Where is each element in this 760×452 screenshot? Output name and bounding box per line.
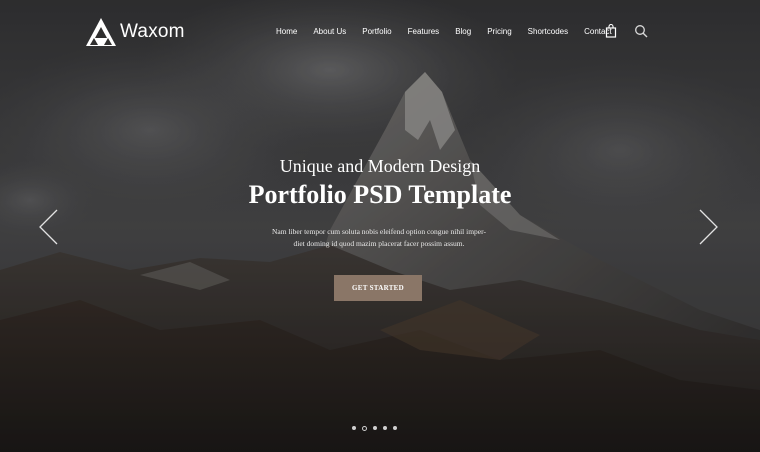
- slider-dot-5[interactable]: [393, 426, 397, 430]
- nav-item-about-us[interactable]: About Us: [313, 27, 346, 36]
- brand-logo[interactable]: Waxom: [86, 18, 185, 46]
- shopping-bag-icon[interactable]: [604, 24, 618, 38]
- slider-dot-1[interactable]: [352, 426, 356, 430]
- nav-item-features[interactable]: Features: [408, 27, 440, 36]
- nav-item-blog[interactable]: Blog: [455, 27, 471, 36]
- previous-slide-arrow-icon[interactable]: [37, 208, 59, 246]
- hero-description-line-1: Nam liber tempor cum soluta nobis eleife…: [272, 227, 486, 236]
- brand-name: Waxom: [120, 21, 185, 42]
- get-started-button[interactable]: GET STARTED: [334, 275, 422, 301]
- hero-title: Portfolio PSD Template: [248, 180, 512, 209]
- nav-item-home[interactable]: Home: [276, 27, 297, 36]
- hero-description-line-2: diet doming id quod mazim placerat facer…: [293, 239, 465, 248]
- slider-pagination: [352, 425, 403, 431]
- hero-slider: Waxom Home About Us Portfolio Features B…: [0, 0, 760, 452]
- slider-dot-4[interactable]: [383, 426, 387, 430]
- hero-subtitle: Unique and Modern Design: [279, 156, 481, 176]
- nav-item-shortcodes[interactable]: Shortcodes: [528, 27, 568, 36]
- search-icon[interactable]: [634, 24, 648, 38]
- next-slide-arrow-icon[interactable]: [698, 208, 720, 246]
- hero-description: Nam liber tempor cum soluta nobis eleife…: [250, 226, 508, 250]
- nav-item-portfolio[interactable]: Portfolio: [362, 27, 391, 36]
- nav-item-pricing[interactable]: Pricing: [487, 27, 511, 36]
- slider-dot-3[interactable]: [373, 426, 377, 430]
- slider-dot-2-active[interactable]: [362, 425, 367, 431]
- main-navigation: Home About Us Portfolio Features Blog Pr…: [276, 27, 628, 36]
- waxom-logo-icon: [86, 18, 116, 46]
